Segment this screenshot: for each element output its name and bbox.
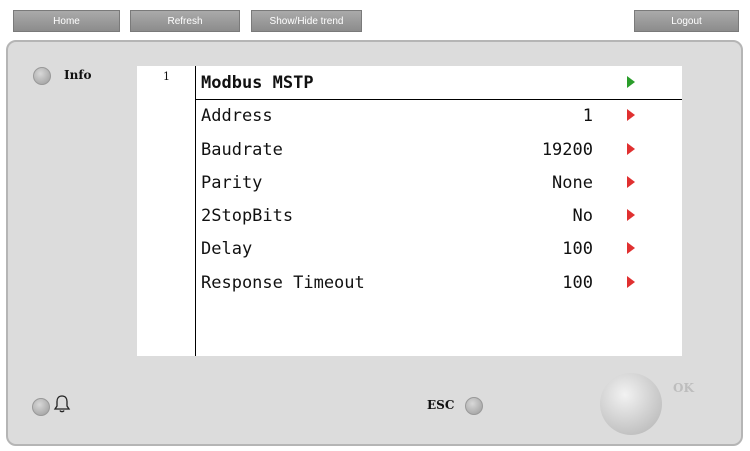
play-arrow-icon[interactable] xyxy=(627,143,635,155)
ok-label: OK xyxy=(673,381,694,395)
menu-row-parity[interactable]: Parity None xyxy=(201,168,671,198)
row-label: 2StopBits xyxy=(201,206,294,226)
menu-row-address[interactable]: Address 1 xyxy=(201,101,671,131)
play-arrow-icon[interactable] xyxy=(627,176,635,188)
menu-title: Modbus MSTP xyxy=(201,73,314,93)
title-underline xyxy=(196,99,682,100)
row-label: Delay xyxy=(201,239,253,259)
row-value: None xyxy=(552,173,593,193)
play-arrow-icon[interactable] xyxy=(627,109,635,121)
play-arrow-icon[interactable] xyxy=(627,276,635,288)
row-label: Parity xyxy=(201,173,263,193)
info-button[interactable] xyxy=(33,67,51,85)
row-value: 19200 xyxy=(541,140,593,160)
menu-title-row[interactable]: Modbus MSTP xyxy=(201,68,671,98)
row-value: 100 xyxy=(562,239,593,259)
play-arrow-icon[interactable] xyxy=(627,76,635,88)
menu-row-response-timeout[interactable]: Response Timeout 100 xyxy=(201,268,671,298)
page-number: 1 xyxy=(163,70,170,83)
play-arrow-icon[interactable] xyxy=(627,242,635,254)
ok-button[interactable] xyxy=(600,373,662,435)
menu-row-delay[interactable]: Delay 100 xyxy=(201,234,671,264)
menu-row-baudrate[interactable]: Baudrate 19200 xyxy=(201,135,671,165)
screen-divider xyxy=(195,66,196,356)
home-button[interactable]: Home xyxy=(13,10,120,32)
esc-button[interactable] xyxy=(465,397,483,415)
show-hide-trend-button[interactable]: Show/Hide trend xyxy=(251,10,362,32)
bell-icon[interactable] xyxy=(53,394,71,414)
refresh-button[interactable]: Refresh xyxy=(130,10,240,32)
row-label: Baudrate xyxy=(201,140,283,160)
menu-row-2stopbits[interactable]: 2StopBits No xyxy=(201,201,671,231)
display-screen: 1 Modbus MSTP Address 1 Baudrate 19200 P… xyxy=(137,66,682,356)
row-label: Response Timeout xyxy=(201,273,365,293)
play-arrow-icon[interactable] xyxy=(627,209,635,221)
row-value: 1 xyxy=(582,106,593,126)
top-toolbar: Home Refresh Show/Hide trend Logout xyxy=(0,0,750,36)
logout-button[interactable]: Logout xyxy=(634,10,739,32)
row-value: No xyxy=(572,206,593,226)
esc-label: ESC xyxy=(427,398,455,412)
row-value: 100 xyxy=(562,273,593,293)
alarm-button[interactable] xyxy=(32,398,50,416)
info-label: Info xyxy=(64,68,92,82)
row-label: Address xyxy=(201,106,273,126)
